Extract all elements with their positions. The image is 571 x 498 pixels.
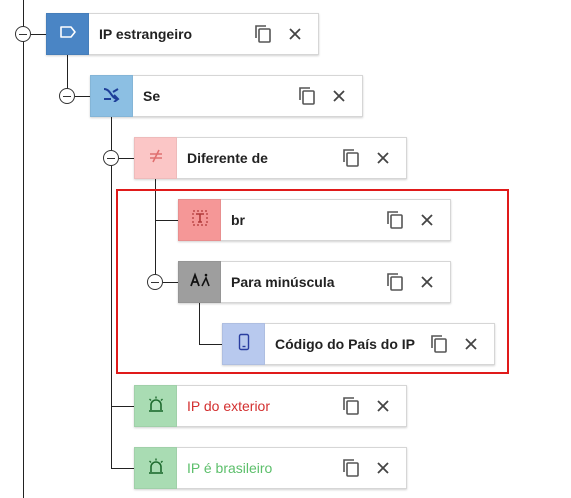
node-label: Diferente de (187, 150, 268, 166)
close-icon[interactable] (372, 147, 394, 169)
rule-node[interactable]: IP estrangeiro (46, 13, 319, 55)
condition-icon-box (90, 75, 133, 117)
close-icon[interactable] (284, 23, 306, 45)
collapse-toggle-comparator[interactable] (103, 150, 119, 166)
close-icon[interactable] (372, 457, 394, 479)
tree-line (75, 96, 90, 97)
copy-icon[interactable] (340, 395, 362, 417)
condition-node[interactable]: Se (90, 75, 363, 117)
rule-icon-box (46, 13, 89, 55)
action-icon-box (134, 385, 177, 427)
close-icon[interactable] (372, 395, 394, 417)
comparator-node[interactable]: Diferente de (134, 137, 407, 179)
copy-icon[interactable] (252, 23, 274, 45)
highlight-box (116, 189, 509, 374)
tag-icon (59, 25, 77, 44)
not-equal-icon (147, 149, 165, 168)
copy-icon[interactable] (340, 457, 362, 479)
collapse-toggle-condition[interactable] (59, 88, 75, 104)
close-icon[interactable] (328, 85, 350, 107)
tree-line (111, 468, 134, 469)
alarm-icon (147, 395, 165, 418)
node-label: Se (143, 88, 161, 104)
tree-line (119, 158, 134, 159)
node-label: IP é brasileiro (187, 460, 273, 476)
tree-line (111, 406, 134, 407)
alarm-icon (147, 457, 165, 480)
comparator-icon-box (134, 137, 177, 179)
tree-line (111, 117, 112, 469)
node-label: IP do exterior (187, 398, 271, 414)
copy-icon[interactable] (340, 147, 362, 169)
tree-line-root (23, 0, 24, 498)
collapse-toggle-rule[interactable] (15, 26, 31, 42)
copy-icon[interactable] (296, 85, 318, 107)
tree-line (31, 34, 47, 35)
action-brasileiro-node[interactable]: IP é brasileiro (134, 447, 407, 489)
node-label: IP estrangeiro (99, 26, 193, 42)
action-icon-box (134, 447, 177, 489)
branch-icon (102, 86, 122, 107)
action-exterior-node[interactable]: IP do exterior (134, 385, 407, 427)
